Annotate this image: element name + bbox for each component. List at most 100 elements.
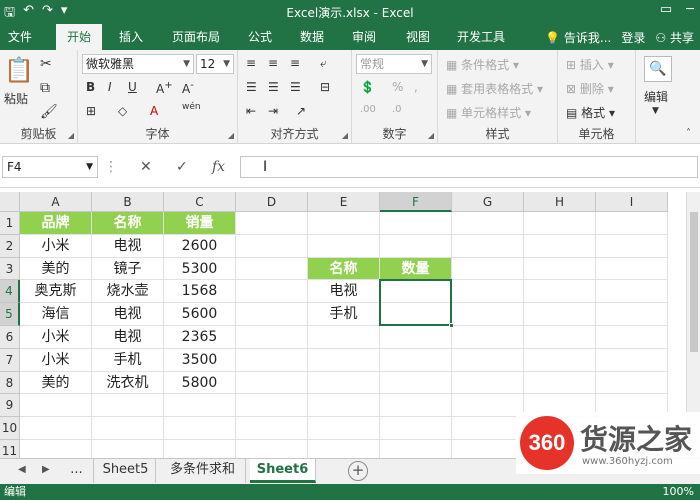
scrollbar-thumb[interactable]	[690, 212, 698, 352]
format-cells-button[interactable]: ▤ 格式 ▾	[566, 104, 615, 121]
cell-styles-button[interactable]: ▦ 单元格样式 ▾	[446, 104, 531, 121]
font-name-select[interactable]: 微软雅黑 ▼	[82, 54, 194, 74]
table1-data-cell[interactable]: 5600	[164, 303, 236, 326]
sheet-tab-sheet5[interactable]: Sheet5	[96, 459, 156, 483]
column-header-d[interactable]: D	[236, 192, 308, 212]
cell-d10[interactable]	[236, 417, 308, 440]
cell-a9[interactable]	[20, 394, 92, 418]
clipboard-launcher-icon[interactable]: ◢	[68, 131, 74, 140]
increase-indent-icon[interactable]: ⇥	[268, 104, 278, 118]
sheet-tab-multi-condition-sum[interactable]: 多条件求和	[160, 459, 246, 483]
cell-i2[interactable]	[596, 234, 668, 258]
table1-data-cell[interactable]: 小米	[20, 234, 92, 258]
insert-cells-button[interactable]: ⊞ 插入 ▾	[566, 56, 614, 73]
zoom-level[interactable]: 100%	[663, 484, 694, 500]
table1-data-cell[interactable]: 洗衣机	[92, 371, 164, 395]
search-icon[interactable]: 🔍	[644, 56, 672, 82]
align-center-icon[interactable]: ☰	[268, 80, 279, 94]
cell-g11[interactable]	[452, 440, 524, 458]
table1-data-cell[interactable]: 奥克斯	[20, 280, 92, 304]
cell-h1[interactable]	[524, 212, 596, 235]
cell-d5[interactable]	[236, 303, 308, 326]
table1-data-cell[interactable]: 镜子	[92, 257, 164, 281]
conditional-formatting-button[interactable]: ▦ 条件格式 ▾	[446, 56, 519, 73]
column-header-c[interactable]: C	[164, 192, 236, 212]
table1-data-cell[interactable]: 3500	[164, 348, 236, 372]
cell-g8[interactable]	[452, 371, 524, 395]
row-header-9[interactable]: 9	[0, 394, 20, 418]
increase-decimal-icon[interactable]: .00	[360, 104, 376, 115]
orientation-icon[interactable]: ↗	[296, 104, 306, 118]
cell-h3[interactable]	[524, 257, 596, 281]
prev-sheet-icon[interactable]: ◀	[18, 464, 26, 475]
cell-i1[interactable]	[596, 212, 668, 235]
row-header-6[interactable]: 6	[0, 326, 20, 349]
sheet-tab-sheet6[interactable]: Sheet6	[250, 459, 316, 483]
row-header-7[interactable]: 7	[0, 348, 20, 372]
column-header-e[interactable]: E	[308, 192, 380, 212]
tab-page-layout[interactable]: 页面布局	[164, 24, 228, 50]
fill-handle[interactable]	[449, 323, 454, 328]
cell-f10[interactable]	[380, 417, 452, 440]
cell-d4[interactable]	[236, 280, 308, 304]
tab-insert[interactable]: 插入	[108, 24, 154, 50]
cell-d6[interactable]	[236, 326, 308, 349]
row-header-1[interactable]: 1	[0, 212, 20, 235]
border-icon[interactable]: ⊞	[86, 104, 96, 118]
cell-i3[interactable]	[596, 257, 668, 281]
wrap-text-icon[interactable]: ⤶	[320, 56, 327, 71]
table1-header-cell[interactable]: 品牌	[20, 212, 92, 235]
table2-data-cell[interactable]: 手机	[308, 303, 380, 326]
cell-c9[interactable]	[164, 394, 236, 418]
login-link[interactable]: 登录	[621, 29, 645, 46]
cell-i4[interactable]	[596, 280, 668, 304]
column-header-b[interactable]: B	[92, 192, 164, 212]
cell-b11[interactable]	[92, 440, 164, 458]
cell-e8[interactable]	[308, 371, 380, 395]
cell-d3[interactable]	[236, 257, 308, 281]
table1-data-cell[interactable]: 电视	[92, 326, 164, 349]
table1-header-cell[interactable]: 名称	[92, 212, 164, 235]
paste-button[interactable]: 粘贴	[4, 90, 28, 107]
cell-a10[interactable]	[20, 417, 92, 440]
align-left-icon[interactable]: ☰	[246, 80, 257, 94]
table1-data-cell[interactable]: 2365	[164, 326, 236, 349]
cell-b10[interactable]	[92, 417, 164, 440]
delete-cells-button[interactable]: ⊠ 删除 ▾	[566, 80, 614, 97]
row-header-3[interactable]: 3	[0, 257, 20, 281]
merge-cells-icon[interactable]: ⊟	[320, 80, 330, 94]
tab-formulas[interactable]: 公式	[240, 24, 280, 50]
cell-e6[interactable]	[308, 326, 380, 349]
row-header-4[interactable]: 4	[0, 280, 20, 304]
number-launcher-icon[interactable]: ◢	[428, 131, 434, 140]
cell-g6[interactable]	[452, 326, 524, 349]
tab-developer[interactable]: 开发工具	[450, 24, 512, 50]
tell-me-box[interactable]: 💡 告诉我...	[545, 29, 611, 46]
table2-data-cell[interactable]	[380, 303, 452, 326]
column-header-f[interactable]: F	[380, 192, 452, 212]
decrease-indent-icon[interactable]: ⇤	[246, 104, 256, 118]
currency-icon[interactable]: 💲	[360, 80, 375, 94]
ribbon-options-icon[interactable]: ▭	[660, 2, 672, 17]
row-header-11[interactable]: 11	[0, 440, 20, 458]
cell-h2[interactable]	[524, 234, 596, 258]
table1-data-cell[interactable]: 小米	[20, 348, 92, 372]
cell-b9[interactable]	[92, 394, 164, 418]
format-as-table-button[interactable]: ▦ 套用表格格式 ▾	[446, 80, 543, 97]
align-middle-icon[interactable]: ≡	[268, 56, 278, 70]
cell-h4[interactable]	[524, 280, 596, 304]
cell-i6[interactable]	[596, 326, 668, 349]
cell-f2[interactable]	[380, 234, 452, 258]
cell-d9[interactable]	[236, 394, 308, 418]
italic-button[interactable]: I	[108, 80, 112, 94]
paste-icon[interactable]: 📋	[4, 56, 34, 84]
font-launcher-icon[interactable]: ◢	[228, 131, 234, 140]
cell-c11[interactable]	[164, 440, 236, 458]
more-sheets-button[interactable]: ...	[60, 459, 94, 483]
number-format-select[interactable]: 常规 ▼	[356, 54, 432, 74]
cell-i5[interactable]	[596, 303, 668, 326]
font-color-icon[interactable]: A	[150, 104, 158, 118]
cell-f11[interactable]	[380, 440, 452, 458]
table1-data-cell[interactable]: 美的	[20, 257, 92, 281]
cell-h5[interactable]	[524, 303, 596, 326]
